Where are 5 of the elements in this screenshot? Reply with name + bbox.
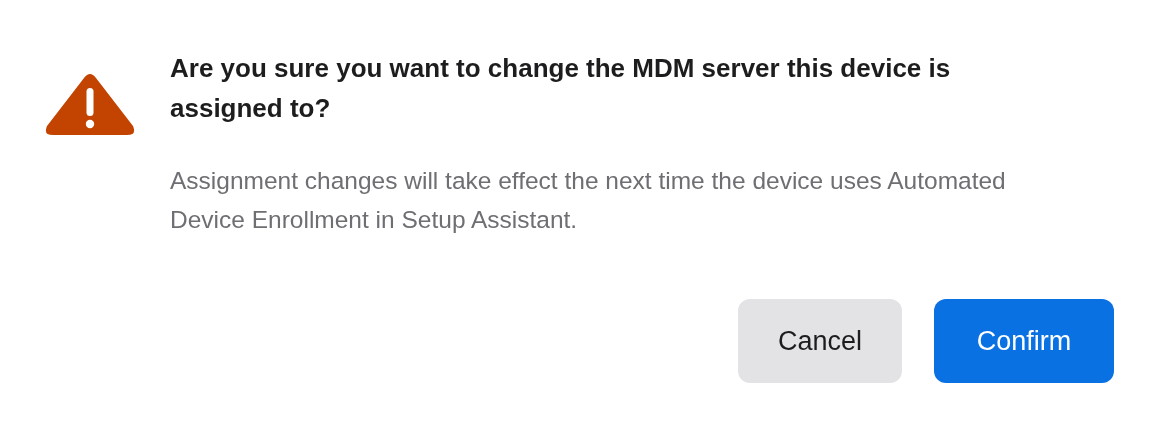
warning-icon <box>44 74 136 136</box>
cancel-button[interactable]: Cancel <box>738 299 902 383</box>
dialog-message: Assignment changes will take effect the next time the device uses Automated Device Enrollment in Setup Assistant. <box>170 166 1007 235</box>
dialog-title: Are you sure you want to change the MDM server this device is assigned to? <box>170 52 952 125</box>
confirm-button[interactable]: Confirm <box>934 299 1114 383</box>
